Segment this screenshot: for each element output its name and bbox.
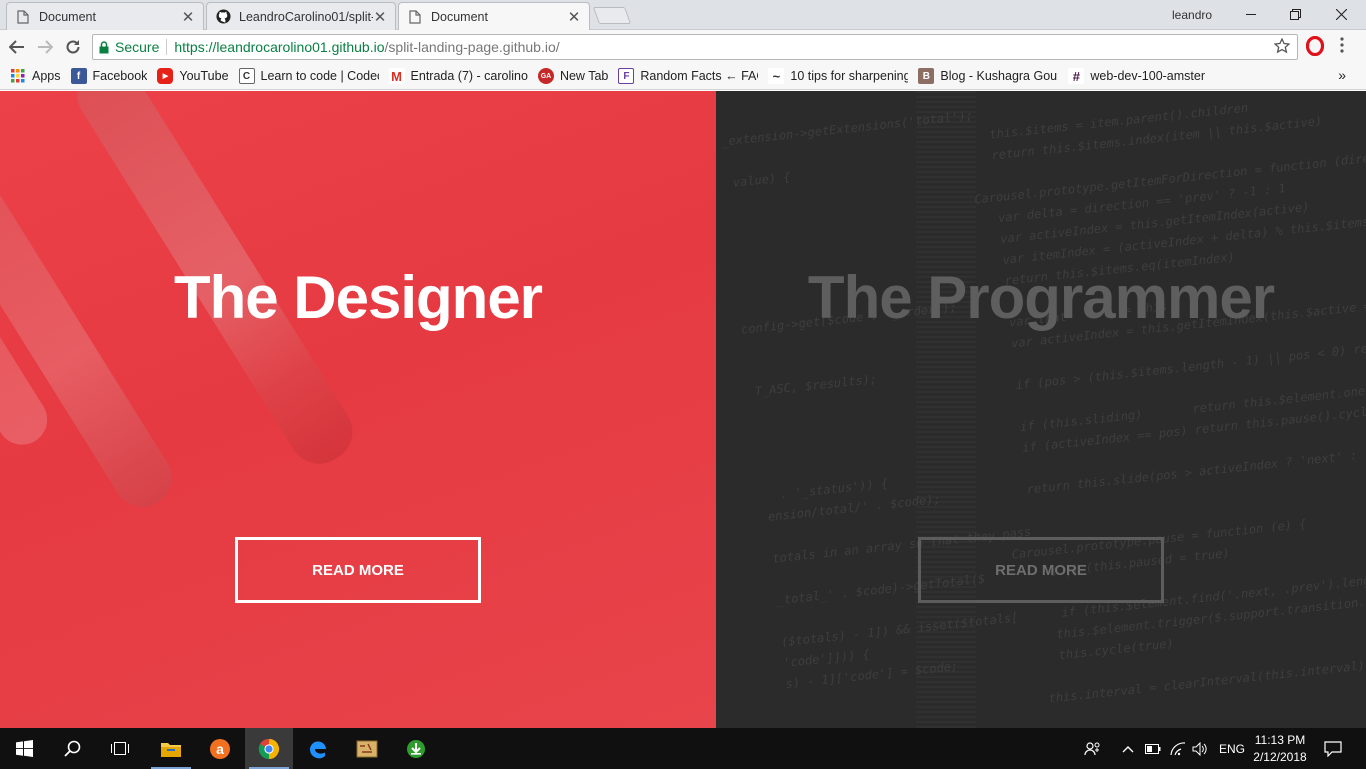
edge-icon[interactable] xyxy=(294,728,342,769)
designer-read-more-button[interactable]: READ MORE xyxy=(235,537,481,603)
browser-toolbar: Secure https://leandrocarolino01.github.… xyxy=(0,30,1366,63)
designer-pane: The Designer READ MORE xyxy=(0,91,716,728)
bookmark-youtube[interactable]: ▶ YouTube xyxy=(157,68,229,84)
youtube-icon: ▶ xyxy=(157,68,174,84)
omnibox-divider xyxy=(166,39,168,55)
bookmark-label: Facebook xyxy=(92,69,148,83)
url-path: /split-landing-page.github.io/ xyxy=(384,39,560,55)
secure-label: Secure xyxy=(115,39,160,55)
tab-close-icon[interactable]: ✕ xyxy=(567,8,581,26)
codecademy-icon: C xyxy=(238,68,255,84)
tab-close-icon[interactable]: ✕ xyxy=(373,8,387,26)
maps-app-icon[interactable] xyxy=(343,728,391,769)
programmer-pane: _extension->getExtensions('total'); this… xyxy=(716,91,1366,728)
split-landing-page: The Designer READ MORE _extension->getEx… xyxy=(0,91,1366,728)
kebab-menu-icon[interactable] xyxy=(1339,36,1345,59)
lock-icon xyxy=(99,40,109,53)
bookmark-gmail[interactable]: M Entrada (7) - carolino xyxy=(388,68,528,84)
url-host: https://leandrocarolino01.github.io xyxy=(174,39,385,55)
bookmarks-bar: Apps f Facebook ▶ YouTube C Learn to cod… xyxy=(0,63,1366,90)
bookmark-slack[interactable]: # web-dev-100-amster xyxy=(1068,68,1205,84)
volume-icon[interactable] xyxy=(1192,728,1208,769)
forward-arrow-icon[interactable] xyxy=(34,36,56,58)
reload-icon[interactable] xyxy=(62,36,84,58)
document-icon xyxy=(407,9,423,25)
svg-text:a: a xyxy=(216,741,224,757)
gmail-icon: M xyxy=(388,68,405,84)
bookmark-label: YouTube xyxy=(179,69,229,83)
bookmark-tips[interactable]: ~ 10 tips for sharpening xyxy=(768,68,908,84)
bookmark-label: Blog - Kushagra Gour xyxy=(940,69,1059,83)
avast-icon[interactable]: a xyxy=(196,728,244,769)
download-manager-icon[interactable] xyxy=(392,728,440,769)
close-window-icon[interactable] xyxy=(1318,0,1364,29)
search-icon[interactable] xyxy=(48,728,96,769)
wifi-icon[interactable] xyxy=(1170,728,1186,769)
slack-icon: # xyxy=(1068,68,1085,84)
battery-icon[interactable] xyxy=(1145,728,1161,769)
people-icon[interactable] xyxy=(1084,728,1102,769)
bookmark-random-facts[interactable]: F Random Facts ← FAC xyxy=(618,68,758,84)
windows-taskbar: a ENG 11:13 PM 2/12/2018 xyxy=(0,728,1366,769)
bookmark-newtab[interactable]: GA New Tab xyxy=(537,68,609,84)
bookmark-label: Apps xyxy=(32,69,61,83)
browser-tab-2[interactable]: LeandroCarolino01/split- ✕ xyxy=(206,2,396,30)
tab-title: LeandroCarolino01/split- xyxy=(239,9,373,24)
bookmark-label: New Tab xyxy=(559,69,609,83)
browser-tab-3-active[interactable]: Document ✕ xyxy=(398,2,590,31)
tab-title: Document xyxy=(39,9,96,24)
windows-start-icon[interactable] xyxy=(0,728,48,769)
programmer-read-more-button[interactable]: READ MORE xyxy=(918,537,1164,603)
apps-grid-icon xyxy=(10,68,26,84)
profile-name[interactable]: leandro xyxy=(1172,8,1212,22)
file-explorer-icon[interactable] xyxy=(147,728,195,769)
browser-tab-1[interactable]: Document ✕ xyxy=(6,2,204,30)
bookmark-label: web-dev-100-amster xyxy=(1090,69,1206,83)
bookmark-label: Learn to code | Codec xyxy=(260,69,379,83)
bookmarks-overflow-icon[interactable]: » xyxy=(1338,67,1346,83)
system-clock[interactable]: 11:13 PM 2/12/2018 xyxy=(1244,732,1316,766)
opera-extension-icon[interactable] xyxy=(1305,35,1325,61)
tab-title: Document xyxy=(431,10,488,24)
language-indicator[interactable]: ENG xyxy=(1219,728,1245,769)
blog-icon: B xyxy=(918,68,935,84)
github-icon xyxy=(215,9,231,25)
clock-time: 11:13 PM xyxy=(1254,733,1306,747)
task-view-icon[interactable] xyxy=(96,728,144,769)
random-facts-icon: F xyxy=(618,68,635,84)
notifications-icon[interactable] xyxy=(1324,728,1342,769)
chrome-icon[interactable] xyxy=(245,728,293,769)
back-arrow-icon[interactable] xyxy=(6,36,28,58)
tab-strip: Document ✕ LeandroCarolino01/split- ✕ Do… xyxy=(0,0,1366,31)
address-bar[interactable]: Secure https://leandrocarolino01.github.… xyxy=(92,34,1298,60)
code-background-image: _extension->getExtensions('total'); this… xyxy=(720,100,1366,728)
bookmark-label: 10 tips for sharpening xyxy=(790,69,909,83)
bookmark-star-icon[interactable] xyxy=(1273,37,1291,57)
bookmark-apps[interactable]: Apps xyxy=(10,68,61,84)
chevron-up-icon[interactable] xyxy=(1122,728,1134,769)
designer-title: The Designer xyxy=(173,264,543,331)
tab-close-icon[interactable]: ✕ xyxy=(181,8,195,26)
tips-icon: ~ xyxy=(768,68,785,84)
programmer-title: The Programmer xyxy=(807,264,1275,331)
document-icon xyxy=(15,9,31,25)
bookmark-blog[interactable]: B Blog - Kushagra Gour xyxy=(918,68,1058,84)
secure-indicator[interactable]: Secure xyxy=(99,39,159,55)
bookmark-label: Entrada (7) - carolino xyxy=(410,69,528,83)
bookmark-facebook[interactable]: f Facebook xyxy=(70,68,148,84)
newtab-icon: GA xyxy=(537,68,554,84)
minimize-icon[interactable] xyxy=(1228,0,1274,29)
restore-icon[interactable] xyxy=(1272,0,1318,29)
bookmark-label: Random Facts ← FAC xyxy=(640,69,759,83)
bookmark-codecademy[interactable]: C Learn to code | Codec xyxy=(238,68,379,84)
clock-date: 2/12/2018 xyxy=(1253,750,1307,764)
new-tab-button[interactable] xyxy=(592,7,632,24)
facebook-icon: f xyxy=(70,68,87,84)
